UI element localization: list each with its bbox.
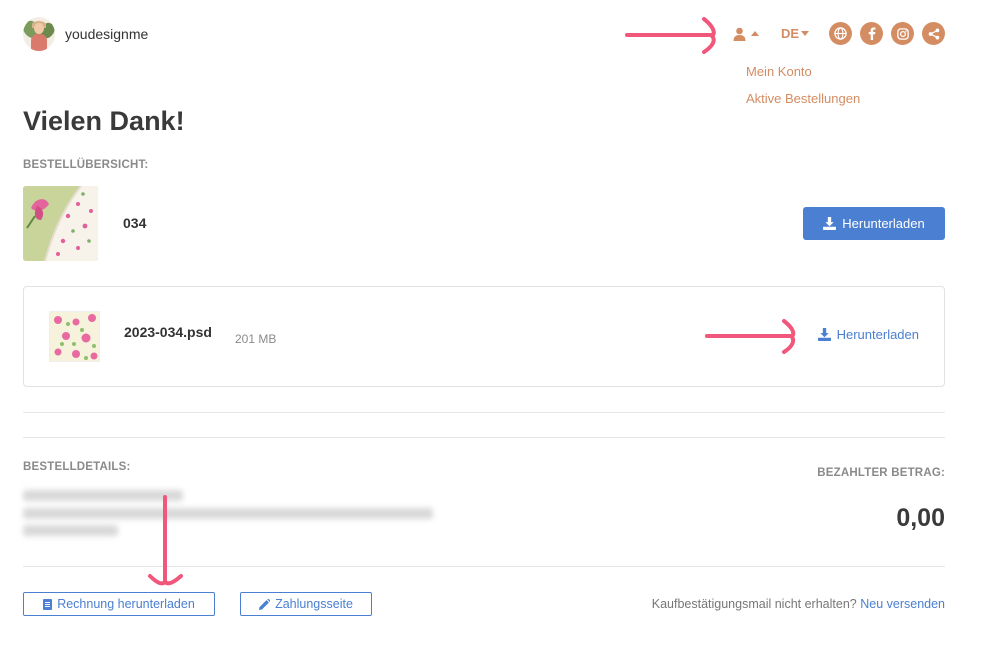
product-download-label: Herunterladen	[842, 216, 925, 231]
order-details-label: BESTELLDETAILS:	[23, 461, 131, 473]
payment-page-label: Zahlungsseite	[275, 597, 353, 611]
redacted-transaction-id	[23, 490, 183, 501]
globe-icon	[834, 27, 847, 40]
download-icon	[817, 328, 831, 341]
download-icon	[823, 217, 837, 230]
file-download-label: Herunterladen	[836, 327, 919, 342]
language-selector[interactable]: DE	[781, 26, 809, 41]
product-thumbnail	[23, 186, 98, 261]
user-menu-toggle[interactable]	[733, 27, 759, 41]
pencil-icon	[259, 598, 271, 610]
file-size: 201 MB	[235, 332, 277, 346]
order-overview-label: BESTELLÜBERSICHT:	[23, 159, 149, 171]
user-dropdown: Mein Konto Aktive Bestellungen	[746, 58, 860, 112]
product-name: 034	[123, 215, 147, 231]
brand-name: youdesignme	[65, 26, 149, 42]
resend-link[interactable]: Neu versenden	[860, 597, 945, 611]
caret-down-icon	[801, 31, 809, 36]
divider	[23, 412, 945, 413]
paid-amount: 0,00	[896, 504, 945, 532]
caret-up-icon	[750, 31, 759, 36]
file-thumbnail	[49, 311, 100, 362]
top-nav: DE	[733, 22, 945, 45]
language-label: DE	[780, 26, 799, 41]
brand[interactable]: youdesignme	[23, 17, 148, 51]
social-links	[829, 22, 945, 45]
brand-logo	[23, 17, 55, 51]
divider	[23, 437, 945, 438]
menu-item-my-account[interactable]: Mein Konto	[746, 58, 860, 85]
globe-button[interactable]	[829, 22, 852, 45]
file-download-link[interactable]: Herunterladen	[817, 327, 919, 342]
page-title: Vielen Dank!	[23, 106, 185, 136]
share-icon	[928, 28, 939, 39]
divider	[23, 566, 945, 567]
arrow-to-user-menu	[625, 17, 716, 54]
instagram-button[interactable]	[891, 22, 914, 45]
document-icon	[43, 598, 53, 610]
redacted-phone	[23, 525, 118, 536]
redacted-recipient	[23, 508, 433, 519]
file-name: 2023-034.psd	[124, 324, 212, 340]
facebook-button[interactable]	[860, 22, 883, 45]
mail-note: Kaufbestätigungsmail nicht erhalten? Neu…	[652, 597, 945, 611]
user-icon	[733, 27, 746, 41]
invoice-download-label: Rechnung herunterladen	[57, 597, 195, 611]
instagram-icon	[896, 27, 909, 40]
facebook-icon	[868, 27, 875, 40]
payment-page-button[interactable]: Zahlungsseite	[240, 592, 372, 616]
mail-question: Kaufbestätigungsmail nicht erhalten?	[651, 597, 857, 611]
file-card: 2023-034.psd 201 MB Herunterladen	[23, 286, 945, 387]
menu-item-active-orders[interactable]: Aktive Bestellungen	[746, 85, 860, 112]
product-download-button[interactable]: Herunterladen	[803, 207, 945, 240]
share-button[interactable]	[922, 22, 945, 45]
paid-amount-label: BEZAHLTER BETRAG:	[817, 467, 945, 479]
invoice-download-button[interactable]: Rechnung herunterladen	[23, 592, 215, 616]
